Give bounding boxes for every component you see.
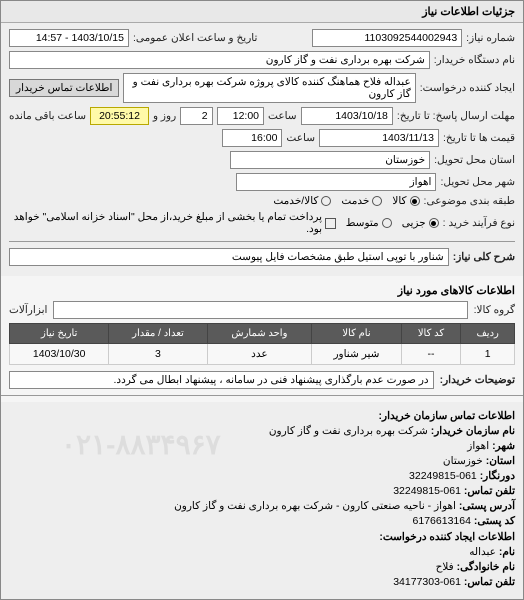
contact-title: اطلاعات تماس سازمان خریدار: [9,410,515,422]
radio-service[interactable]: خدمت [341,195,382,207]
need-desc-label: شرح کلی نیاز: [453,251,515,263]
req-creator-title: اطلاعات ایجاد کننده درخواست: [9,531,515,543]
contact-name: نام: عبداله [9,546,515,558]
creator-label: ایجاد کننده درخواست: [420,82,515,94]
remaining-time: 20:55:12 [90,107,149,125]
day-label: روز و [153,110,176,122]
city-field: اهواز [236,173,436,191]
contact-lname: نام خانوادگی: فلاح [9,561,515,573]
contact-city: شهر: اهواز [9,440,515,452]
checkbox-icon [325,218,336,229]
details-panel: جزئیات اطلاعات نیاز شماره نیاز: 11030925… [0,0,524,600]
table-row: 1 -- شیر شناور عدد 3 1403/10/30 [10,344,515,365]
cell-code: -- [401,344,461,365]
price-until-date: 1403/11/13 [319,129,439,147]
cell-unit: عدد [207,344,312,365]
contact-fax: دورنگار: 061-32249815 [9,470,515,482]
contact-tel: تلفن تماس: 061-32249815 [9,485,515,497]
items-section-title: اطلاعات کالاهای مورد نیاز [9,284,515,297]
group-value: ابزارآلات [9,304,47,316]
checkbox-treasury[interactable]: پرداخت تمام یا بخشی از مبلغ خرید،از محل … [9,211,336,235]
items-table: ردیف کد کالا نام کالا واحد شمارش تعداد /… [9,323,515,365]
radio-dot-icon [372,196,382,206]
need-desc-field: شناور با توپی استیل طبق مشخصات فایل پیوس… [9,248,449,266]
th-index: ردیف [461,324,515,344]
radio-both[interactable]: کالا/خدمت [273,195,331,207]
contact-info-button[interactable]: اطلاعات تماس خریدار [9,79,119,97]
contact-section: ۰۲۱-۸۸۳۴۹۶۷ اطلاعات تماس سازمان خریدار: … [1,402,523,599]
radio-partial[interactable]: جزیی [402,217,439,229]
province-label: استان محل تحویل: [434,154,515,166]
radio-dot-icon [410,196,420,206]
th-code: کد کالا [401,324,461,344]
price-until-time: 16:00 [222,129,282,147]
purchase-type-group: جزیی متوسط پرداخت تمام یا بخشی از مبلغ خ… [9,211,439,235]
cell-qty: 3 [109,344,207,365]
need-no-field: 1103092544002943 [312,29,462,47]
divider [9,241,515,242]
category-label: طبقه بندی موضوعی: [424,195,515,207]
cell-date: 1403/10/30 [10,344,109,365]
day-count: 2 [180,107,212,125]
deadline-send-label: مهلت ارسال پاسخ: تا تاریخ: [397,110,515,122]
contact-post: کد پستی: 6176613164 [9,515,515,527]
province-field: خوزستان [230,151,430,169]
creator-field: عبداله فلاح هماهنگ کننده کالای پروژه شرک… [123,73,415,103]
contact-ctel: تلفن تماس: 061-34177303 [9,576,515,588]
th-qty: تعداد / مقدار [109,324,207,344]
buyer-field: شرکت بهره برداری نفت و گاز کارون [9,51,430,69]
buyer-note-field: در صورت عدم بارگذاری پیشنهاد فنی در ساما… [9,371,434,389]
purchase-type-label: نوع فرآیند خرید : [443,217,515,229]
group-label: گروه کالا: [474,304,515,316]
buyer-note-label: توضیحات خریدار: [440,374,515,386]
need-no-label: شماره نیاز: [466,32,515,44]
contact-addr: آدرس پستی: اهواز - ناحیه صنعتی کارون - ش… [9,500,515,512]
cell-index: 1 [461,344,515,365]
th-unit: واحد شمارش [207,324,312,344]
group-field [53,301,467,319]
radio-medium[interactable]: متوسط [346,217,392,229]
price-until-label: قیمت ها تا تاریخ: [443,132,515,144]
announce-label: تاریخ و ساعت اعلان عمومی: [133,32,257,44]
tab-title: جزئیات اطلاعات نیاز [422,6,515,18]
deadline-send-date: 1403/10/18 [301,107,393,125]
time-label-1: ساعت [268,110,297,122]
group-row: گروه کالا: ابزارآلات [9,301,515,319]
radio-dot-icon [429,218,439,228]
cell-name: شیر شناور [312,344,401,365]
th-name: نام کالا [312,324,401,344]
divider-2 [1,395,523,396]
contact-org: نام سازمان خریدار: شرکت بهره برداری نفت … [9,425,515,437]
buyer-note-row: توضیحات خریدار: در صورت عدم بارگذاری پیش… [9,371,515,389]
deadline-send-time: 12:00 [217,107,264,125]
city-label: شهر محل تحویل: [440,176,515,188]
category-radio-group: کالا خدمت کالا/خدمت [273,195,419,207]
th-date: تاریخ نیاز [10,324,109,344]
radio-goods[interactable]: کالا [392,195,419,207]
remaining-label: ساعت باقی مانده [9,110,86,122]
form-section: شماره نیاز: 1103092544002943 تاریخ و ساع… [1,23,523,276]
buyer-label: نام دستگاه خریدار: [434,54,515,66]
contact-prov: استان: خوزستان [9,455,515,467]
radio-dot-icon [382,218,392,228]
tab-header: جزئیات اطلاعات نیاز [1,1,523,23]
table-header-row: ردیف کد کالا نام کالا واحد شمارش تعداد /… [10,324,515,344]
time-label-2: ساعت [286,132,315,144]
announce-field: 1403/10/15 - 14:57 [9,29,129,47]
radio-dot-icon [321,196,331,206]
